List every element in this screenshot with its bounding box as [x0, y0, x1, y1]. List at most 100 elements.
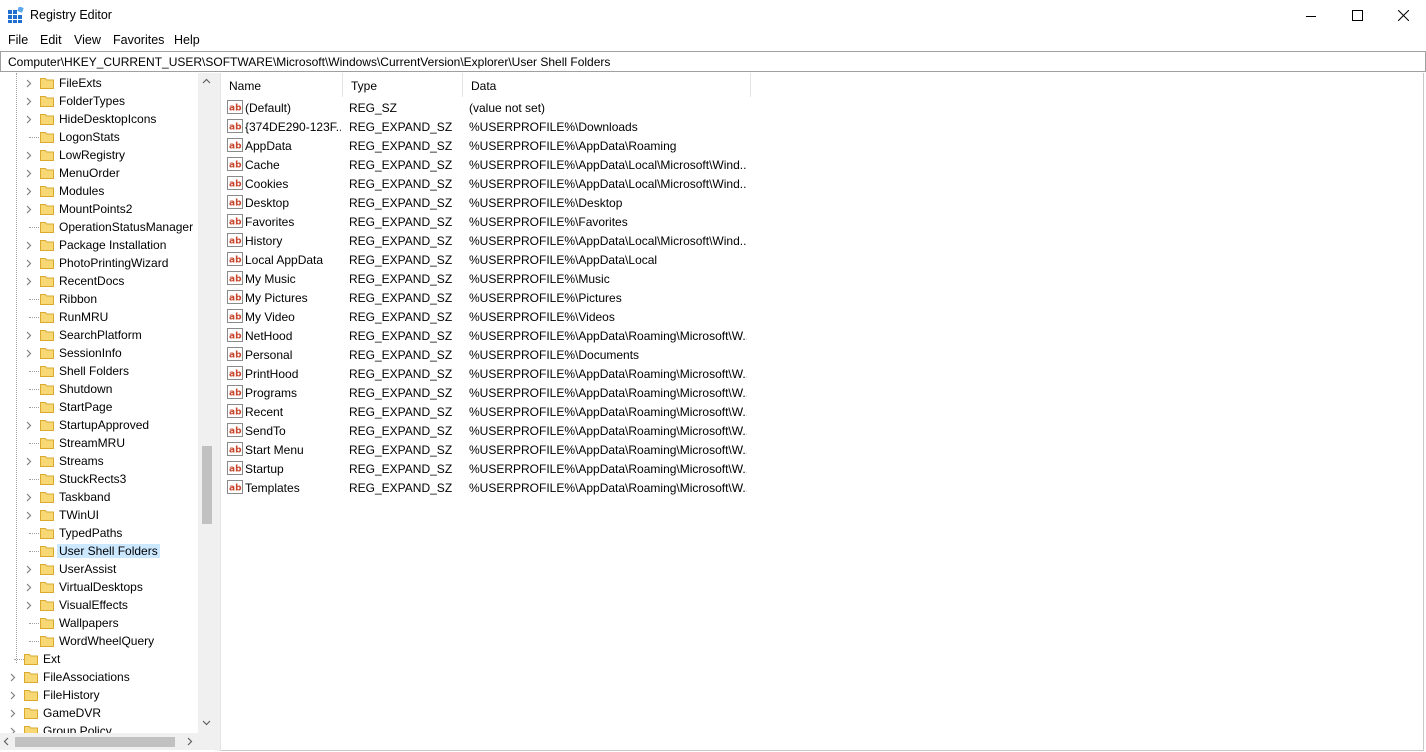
tree-item[interactable]: RecentDocs	[0, 272, 198, 290]
value-row[interactable]: ab My Video REG_EXPAND_SZ %USERPROFILE%\Vid…	[221, 307, 761, 326]
tree-item-label[interactable]: User Shell Folders	[57, 544, 160, 558]
value-row[interactable]: ab AppData REG_EXPAND_SZ %USERPROFILE%\AppD…	[221, 136, 761, 155]
expand-chevron-icon[interactable]	[26, 74, 34, 92]
tree-item-label[interactable]: Package Installation	[57, 238, 168, 252]
value-row[interactable]: ab Favorites REG_EXPAND_SZ %USERPROFILE%\Fa…	[221, 212, 761, 231]
expand-chevron-icon[interactable]	[26, 506, 34, 524]
tree-item-label[interactable]: HideDesktopIcons	[57, 112, 158, 126]
tree-item-label[interactable]: VisualEffects	[57, 598, 130, 612]
value-row[interactable]: ab NetHood REG_EXPAND_SZ %USERPROFILE%\AppD…	[221, 326, 761, 345]
tree-item-label[interactable]: TWinUI	[57, 508, 101, 522]
tree-item-label[interactable]: FileExts	[57, 76, 104, 90]
tree-vertical-scrollbar[interactable]	[198, 73, 215, 733]
tree-item[interactable]: TWinUI	[0, 506, 198, 524]
tree-item[interactable]: VisualEffects	[0, 596, 198, 614]
expand-chevron-icon[interactable]	[26, 92, 34, 110]
tree-item-label[interactable]: Ext	[41, 652, 62, 666]
scroll-up-icon[interactable]	[202, 78, 211, 84]
value-row[interactable]: ab Start Menu REG_EXPAND_SZ %USERPROFILE%\A…	[221, 440, 761, 459]
tree-item-label[interactable]: FolderTypes	[57, 94, 127, 108]
tree-item-label[interactable]: UserAssist	[57, 562, 118, 576]
tree-item-label[interactable]: MenuOrder	[57, 166, 122, 180]
tree-item[interactable]: HideDesktopIcons	[0, 110, 198, 128]
tree-item-label[interactable]: Modules	[57, 184, 106, 198]
maximize-button[interactable]	[1334, 0, 1380, 31]
key-tree[interactable]: FileExts FolderTypes HideDesktopIcons Logon…	[0, 73, 215, 751]
tree-item[interactable]: FileAssociations	[0, 668, 198, 686]
expand-chevron-icon[interactable]	[26, 452, 34, 470]
tree-item[interactable]: Ext	[0, 650, 198, 668]
expand-chevron-icon[interactable]	[26, 560, 34, 578]
expand-chevron-icon[interactable]	[26, 596, 34, 614]
tree-item[interactable]: StuckRects3	[0, 470, 198, 488]
expand-chevron-icon[interactable]	[26, 488, 34, 506]
tree-item-label[interactable]: StartupApproved	[57, 418, 151, 432]
tree-item-label[interactable]: FileAssociations	[41, 670, 132, 684]
tree-item[interactable]: LowRegistry	[0, 146, 198, 164]
tree-item-label[interactable]: StartPage	[57, 400, 114, 414]
tree-item-label[interactable]: Wallpapers	[57, 616, 121, 630]
tree-item-label[interactable]: GameDVR	[41, 706, 103, 720]
expand-chevron-icon[interactable]	[26, 272, 34, 290]
expand-chevron-icon[interactable]	[26, 200, 34, 218]
tree-vertical-scroll-thumb[interactable]	[202, 446, 212, 524]
tree-item-label[interactable]: Shutdown	[57, 382, 114, 396]
expand-chevron-icon[interactable]	[26, 416, 34, 434]
column-header-type[interactable]: Type	[343, 73, 463, 97]
tree-item-label[interactable]: Shell Folders	[57, 364, 131, 378]
menu-favorites[interactable]: Favorites	[113, 33, 164, 47]
tree-item[interactable]: VirtualDesktops	[0, 578, 198, 596]
tree-item[interactable]: Ribbon	[0, 290, 198, 308]
value-row[interactable]: ab Startup REG_EXPAND_SZ %USERPROFILE%\AppD…	[221, 459, 761, 478]
value-row[interactable]: ab My Music REG_EXPAND_SZ %USERPROFILE%\Mus…	[221, 269, 761, 288]
tree-item[interactable]: StreamMRU	[0, 434, 198, 452]
tree-item-label[interactable]: OperationStatusManager	[57, 220, 195, 234]
tree-item-label[interactable]: PhotoPrintingWizard	[57, 256, 170, 270]
tree-item[interactable]: LogonStats	[0, 128, 198, 146]
expand-chevron-icon[interactable]	[10, 668, 18, 686]
value-row[interactable]: ab (Default) REG_SZ (value not set)	[221, 98, 761, 117]
value-row[interactable]: ab Local AppData REG_EXPAND_SZ %USERPROFILE…	[221, 250, 761, 269]
close-button[interactable]	[1380, 0, 1426, 31]
column-header-data[interactable]: Data	[463, 73, 751, 97]
menu-edit[interactable]: Edit	[40, 33, 62, 47]
value-list[interactable]: Name Type Data ab (Default) REG_SZ (value n…	[221, 73, 1424, 751]
tree-item[interactable]: Streams	[0, 452, 198, 470]
value-row[interactable]: ab Templates REG_EXPAND_SZ %USERPROFILE%\Ap…	[221, 478, 761, 497]
menu-view[interactable]: View	[74, 33, 101, 47]
scroll-right-icon[interactable]	[187, 737, 193, 746]
tree-item[interactable]: FileExts	[0, 74, 198, 92]
minimize-button[interactable]	[1288, 0, 1334, 31]
tree-item[interactable]: OperationStatusManager	[0, 218, 198, 236]
address-path[interactable]: Computer\HKEY_CURRENT_USER\SOFTWARE\Micr…	[8, 55, 610, 69]
address-bar[interactable]: Computer\HKEY_CURRENT_USER\SOFTWARE\Micr…	[0, 51, 1426, 72]
value-row[interactable]: ab {374DE290-123F... REG_EXPAND_SZ %USERPRO…	[221, 117, 761, 136]
tree-item[interactable]: StartupApproved	[0, 416, 198, 434]
tree-item[interactable]: MenuOrder	[0, 164, 198, 182]
value-row[interactable]: ab Personal REG_EXPAND_SZ %USERPROFILE%\Doc…	[221, 345, 761, 364]
value-row[interactable]: ab Desktop REG_EXPAND_SZ %USERPROFILE%\Desk…	[221, 193, 761, 212]
value-row[interactable]: ab History REG_EXPAND_SZ %USERPROFILE%\AppD…	[221, 231, 761, 250]
tree-item-label[interactable]: Taskband	[57, 490, 112, 504]
tree-item-label[interactable]: VirtualDesktops	[57, 580, 145, 594]
tree-item[interactable]: Shell Folders	[0, 362, 198, 380]
expand-chevron-icon[interactable]	[10, 686, 18, 704]
tree-item[interactable]: FileHistory	[0, 686, 198, 704]
expand-chevron-icon[interactable]	[26, 182, 34, 200]
tree-item[interactable]: Shutdown	[0, 380, 198, 398]
tree-item[interactable]: UserAssist	[0, 560, 198, 578]
value-row[interactable]: ab PrintHood REG_EXPAND_SZ %USERPROFILE%\Ap…	[221, 364, 761, 383]
tree-item-label[interactable]: StreamMRU	[57, 436, 127, 450]
tree-item-label[interactable]: FileHistory	[41, 688, 102, 702]
menu-help[interactable]: Help	[174, 33, 200, 47]
tree-item[interactable]: GameDVR	[0, 704, 198, 722]
tree-item-label[interactable]: Ribbon	[57, 292, 99, 306]
tree-item[interactable]: SessionInfo	[0, 344, 198, 362]
expand-chevron-icon[interactable]	[26, 164, 34, 182]
expand-chevron-icon[interactable]	[26, 110, 34, 128]
tree-item[interactable]: TypedPaths	[0, 524, 198, 542]
tree-item-label[interactable]: SessionInfo	[57, 346, 124, 360]
value-row[interactable]: ab Programs REG_EXPAND_SZ %USERPROFILE%\App…	[221, 383, 761, 402]
scroll-left-icon[interactable]	[3, 737, 9, 746]
expand-chevron-icon[interactable]	[26, 146, 34, 164]
